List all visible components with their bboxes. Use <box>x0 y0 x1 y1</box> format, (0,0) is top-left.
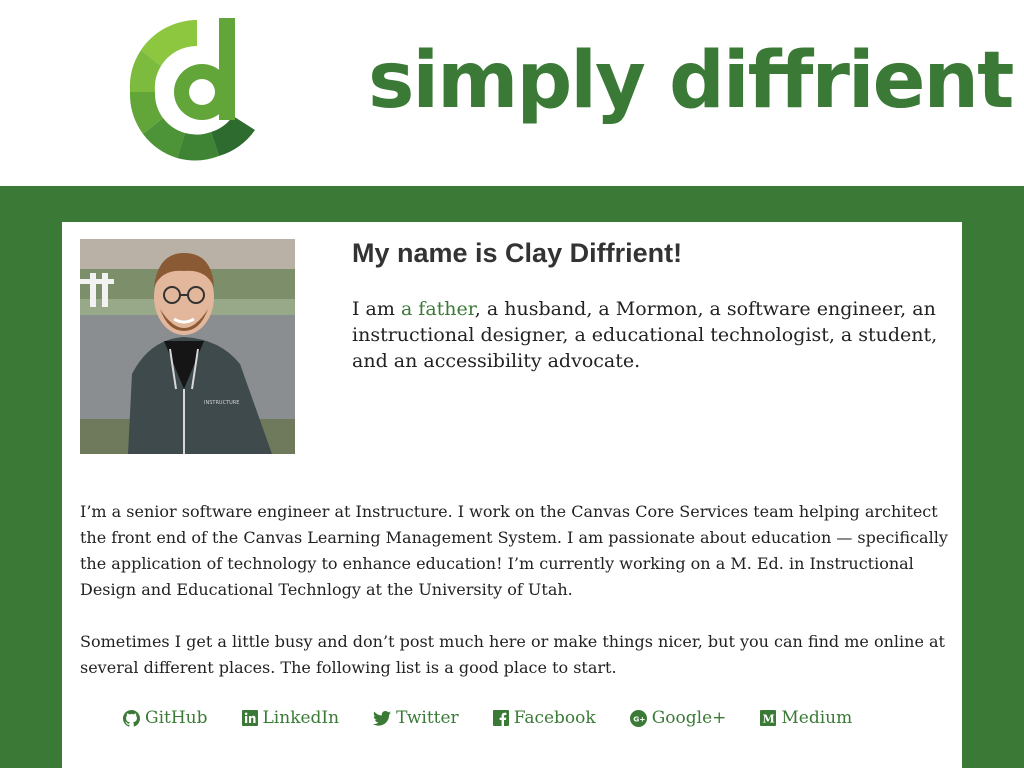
shirt-text: INSTRUCTURE <box>204 400 239 406</box>
intro-text-before: I am <box>352 298 401 320</box>
svg-text:G+: G+ <box>633 714 645 723</box>
twitter-icon <box>373 710 392 726</box>
github-label: GitHub <box>145 708 208 728</box>
facebook-link[interactable]: Facebook <box>492 708 596 728</box>
social-links: GitHub LinkedIn Twitter Facebook G+ Goog… <box>123 708 903 728</box>
intro-text: I am a father, a husband, a Mormon, a so… <box>352 296 942 374</box>
svg-text:M: M <box>763 713 775 726</box>
medium-label: Medium <box>781 708 853 728</box>
google-plus-label: Google+ <box>651 708 727 728</box>
facebook-label: Facebook <box>513 708 596 728</box>
about-card: INSTRUCTURE My name is Clay Diffrient! I… <box>62 222 962 768</box>
linkedin-link[interactable]: LinkedIn <box>241 708 340 728</box>
site-logo[interactable] <box>127 12 267 164</box>
medium-icon: M <box>760 710 777 726</box>
twitter-label: Twitter <box>396 708 459 728</box>
site-header: simply diffrient <box>0 0 1024 186</box>
father-link[interactable]: a father <box>401 298 475 320</box>
site-title[interactable]: simply diffrient <box>368 36 1014 126</box>
google-plus-link[interactable]: G+ Google+ <box>629 708 727 728</box>
linkedin-label: LinkedIn <box>262 708 340 728</box>
profile-photo: INSTRUCTURE <box>80 239 295 454</box>
github-link[interactable]: GitHub <box>123 708 208 728</box>
intro-heading: My name is Clay Diffrient! <box>352 238 683 268</box>
medium-link[interactable]: M Medium <box>760 708 852 728</box>
bio-paragraph: I’m a senior software engineer at Instru… <box>80 502 948 599</box>
cd-logo-icon <box>129 18 255 161</box>
linkedin-icon <box>241 710 258 726</box>
google-plus-icon: G+ <box>629 709 647 727</box>
online-paragraph: Sometimes I get a little busy and don’t … <box>80 632 945 677</box>
facebook-icon <box>492 710 509 726</box>
github-icon <box>123 709 140 727</box>
twitter-link[interactable]: Twitter <box>373 708 459 728</box>
